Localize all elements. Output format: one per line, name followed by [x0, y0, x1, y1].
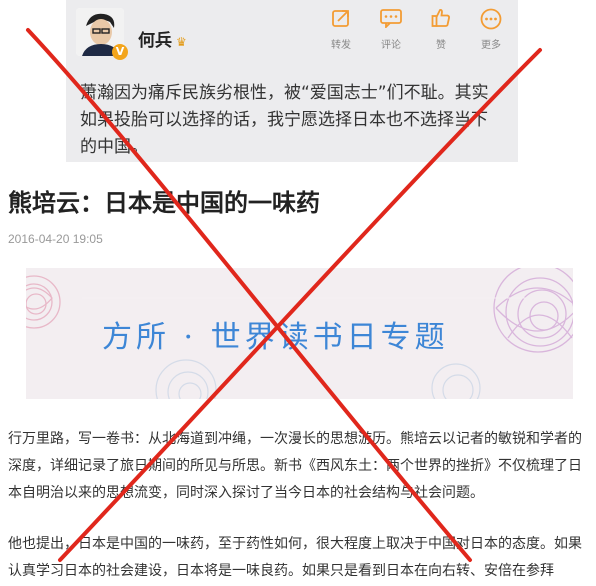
banner-title: 方所 · 世界读书日专题	[102, 320, 449, 355]
more-label: 更多	[481, 40, 501, 51]
username-text: 何兵	[138, 31, 172, 51]
post-actions: 转发 评论 赞 更多	[316, 8, 516, 51]
article-paragraph: 他也提出，日本是中国的一味药，至于药性如何，很大程度上取决于中国对日本的态度。如…	[8, 536, 582, 579]
article-date: 2016-04-20 19:05	[8, 232, 103, 246]
share-icon	[316, 8, 366, 34]
comment-label: 评论	[381, 40, 401, 51]
comment-button[interactable]: 评论	[366, 8, 416, 51]
repost-button[interactable]: 转发	[316, 8, 366, 51]
like-label: 赞	[436, 40, 446, 51]
more-button[interactable]: 更多	[466, 8, 516, 51]
like-button[interactable]: 赞	[416, 8, 466, 51]
username[interactable]: 何兵 ♛	[138, 26, 187, 51]
article-title: 熊培云：日本是中国的一味药	[8, 189, 320, 217]
repost-label: 转发	[331, 40, 351, 51]
topic-banner: 方所 · 世界读书日专题	[26, 268, 573, 399]
like-icon	[416, 8, 466, 34]
comment-icon	[366, 8, 416, 34]
verified-badge: V	[112, 44, 128, 60]
more-icon	[466, 8, 516, 34]
crown-icon: ♛	[176, 35, 187, 49]
article-paragraph: 行万里路，写一卷书：从北海道到冲绳，一次漫长的思想游历。熊培云以记者的敏锐和学者…	[8, 431, 582, 501]
post-text: 萧瀚因为痛斥民族劣根性，被“爱国志士”们不耻。其实如果投胎可以选择的话，我宁愿选…	[80, 83, 489, 157]
weibo-post-card: V 何兵 ♛ 转发 评论 赞 更多 萧瀚因为痛斥民族劣根性，被“爱国志士”们不耻…	[66, 0, 518, 162]
